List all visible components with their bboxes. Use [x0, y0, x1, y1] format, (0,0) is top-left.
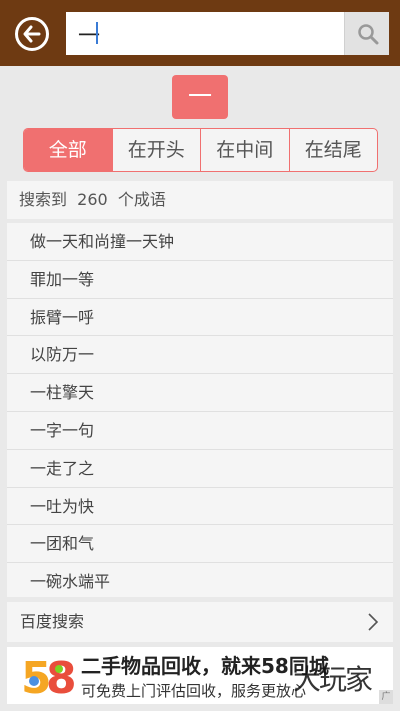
result-summary: 搜索到 260 个成语	[7, 181, 393, 219]
list-item[interactable]: 一走了之	[7, 450, 393, 488]
query-char-badge: 一	[172, 75, 228, 119]
top-bar	[0, 0, 400, 66]
list-item[interactable]: 一碗水端平	[7, 563, 393, 597]
58-logo-icon: 5 8	[21, 653, 77, 701]
search-button[interactable]	[344, 12, 389, 55]
tab-all[interactable]: 全部	[24, 129, 112, 171]
ad-corner-label: 广	[379, 690, 393, 704]
chevron-right-icon	[368, 613, 379, 631]
list-item[interactable]: 一吐为快	[7, 488, 393, 526]
ad-banner[interactable]: 5 8 二手物品回收，就来58同城 可免费上门评估回收，服务更放心 大玩家 广	[7, 647, 393, 704]
list-item[interactable]: 一字一句	[7, 412, 393, 450]
tab-at-start[interactable]: 在开头	[111, 129, 201, 171]
baidu-search-label: 百度搜索	[20, 612, 85, 631]
tab-in-middle[interactable]: 在中间	[200, 129, 289, 171]
list-item[interactable]: 罪加一等	[7, 261, 393, 299]
filter-tabs: 全部 在开头 在中间 在结尾	[23, 128, 378, 172]
list-item[interactable]: 振臂一呼	[7, 299, 393, 337]
list-item[interactable]: 一柱擎天	[7, 374, 393, 412]
list-item[interactable]: 一团和气	[7, 525, 393, 564]
list-item[interactable]: 以防万一	[7, 336, 393, 375]
idiom-list: 做一天和尚撞一天钟 罪加一等 振臂一呼 以防万一 一柱擎天 一字一句 一走了之 …	[7, 223, 393, 597]
back-button[interactable]	[15, 17, 49, 51]
text-caret	[96, 22, 98, 44]
search-input[interactable]	[66, 12, 345, 55]
svg-text:8: 8	[46, 653, 77, 701]
watermark: 大玩家	[292, 663, 373, 696]
baidu-search-button[interactable]: 百度搜索	[7, 602, 393, 642]
search-box	[66, 12, 389, 55]
tab-at-end[interactable]: 在结尾	[288, 129, 378, 171]
list-item[interactable]: 做一天和尚撞一天钟	[7, 223, 393, 261]
search-icon	[358, 24, 379, 45]
back-arrow-circle-icon	[23, 25, 41, 43]
